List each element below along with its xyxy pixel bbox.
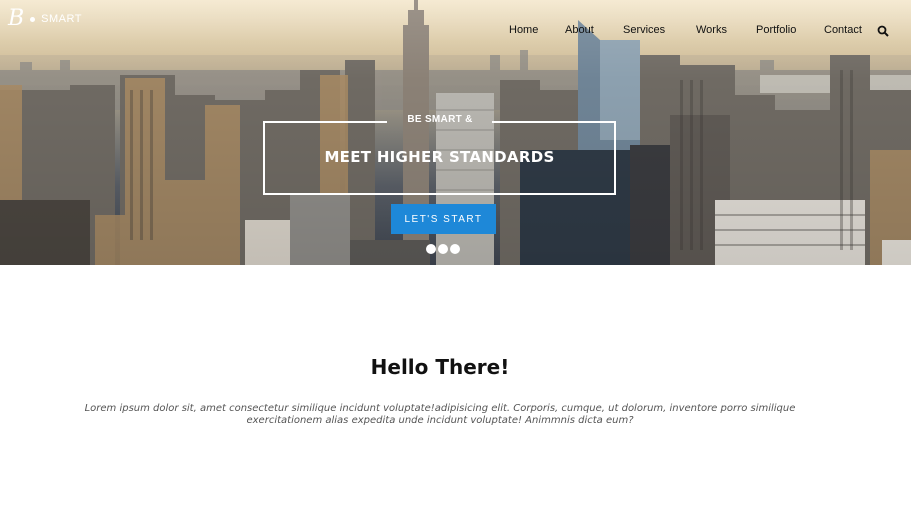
main-nav: Home About Services Works Portfolio Cont… bbox=[0, 24, 911, 40]
search-icon[interactable] bbox=[877, 25, 889, 37]
section-body: Lorem ipsum dolor sit, amet consectetur … bbox=[84, 403, 796, 426]
lets-start-button[interactable]: LET'S START bbox=[391, 204, 496, 234]
slider-dot-2[interactable] bbox=[438, 244, 448, 254]
nav-item-contact[interactable]: Contact bbox=[824, 24, 862, 36]
hero-headline: MEET HIGHER STANDARDS bbox=[324, 148, 555, 166]
nav-item-home[interactable]: Home bbox=[509, 24, 538, 36]
logo-dot bbox=[30, 16, 36, 22]
nav-item-about[interactable]: About bbox=[565, 24, 594, 36]
slider-dots bbox=[426, 244, 460, 254]
slider-dot-1[interactable] bbox=[426, 244, 436, 254]
slider-dot-3[interactable] bbox=[450, 244, 460, 254]
nav-item-services[interactable]: Services bbox=[623, 24, 665, 36]
hero-eyebrow: BE SMART & bbox=[407, 114, 473, 125]
frame-bottom bbox=[263, 193, 616, 195]
section-title: Hello There! bbox=[370, 355, 510, 379]
nav-item-works[interactable]: Works bbox=[696, 24, 727, 36]
nav-item-portfolio[interactable]: Portfolio bbox=[756, 24, 796, 36]
